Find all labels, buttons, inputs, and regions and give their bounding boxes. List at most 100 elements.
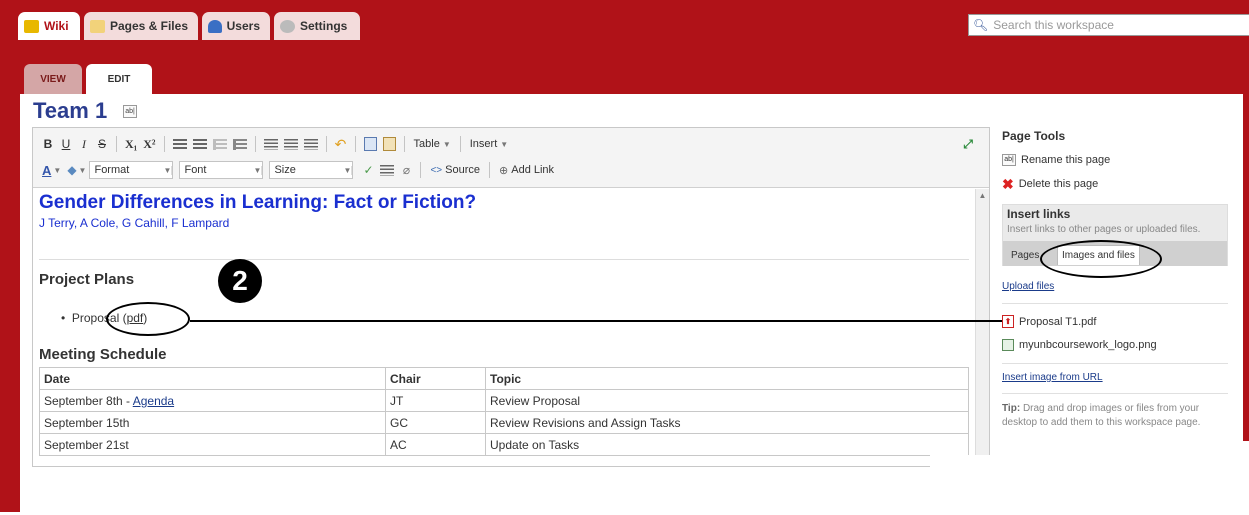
tab-users-label: Users [226,19,260,33]
rename-icon[interactable]: ab| [123,105,137,118]
table-cell-topic: Review Proposal [485,389,969,412]
delete-icon: ✖ [1002,176,1014,192]
spellcheck-button[interactable]: ✓ [359,160,377,180]
rename-page-label: Rename this page [1021,154,1111,166]
background-color-button[interactable]: ◆ ▼ [64,160,89,180]
font-select-label: Font [184,164,207,176]
scroll-up-icon[interactable]: ▲ [976,189,989,203]
mode-tab-strip [20,56,1249,94]
document-authors: J Terry, A Cole, G Cahill, F Lampard [39,216,230,230]
insert-links-title: Insert links [1007,207,1071,221]
bulleted-list-button[interactable] [170,134,190,154]
editor-toolbar: B U I S X₁ X² ↶ Table ▼ Insert ▼ A ▼ ◆ ▼… [33,128,989,188]
text-color-button[interactable]: A ▼ [39,160,64,180]
align-left-icon [263,138,278,150]
table-cell-date: September 21st [39,433,386,456]
italic-button[interactable]: I [75,134,93,154]
file-name: Proposal T1.pdf [1019,315,1097,328]
editor-scrollbar[interactable]: ▲ [975,189,989,466]
format-select[interactable]: Format ▼ [89,161,174,179]
toolbar-separator [420,162,422,178]
frame-left [0,56,20,512]
divider [1002,393,1228,394]
align-center-button[interactable] [281,134,301,154]
tab-wiki[interactable]: Wiki [18,12,80,40]
search-box: 🔍︎ [968,14,1249,36]
chevron-down-icon: ▼ [442,139,451,149]
source-button[interactable]: <> Source [426,164,484,176]
tab-view[interactable]: VIEW [24,64,82,94]
file-item-logo[interactable]: myunbcoursework_logo.png [1002,339,1157,351]
table-cell-topic: Update on Tasks [485,433,969,456]
divider [1002,303,1228,304]
upload-files-link[interactable]: Upload files [1002,281,1054,292]
insert-menu[interactable]: Insert ▼ [466,138,512,150]
copy-icon [363,137,377,151]
link-icon: ⊕ [499,164,509,177]
rich-text-editor: B U I S X₁ X² ↶ Table ▼ Insert ▼ A ▼ ◆ ▼… [32,127,990,467]
size-select[interactable]: Size ▼ [269,161,354,179]
subscript-button[interactable]: X₁ [122,134,140,154]
align-left-button[interactable] [261,134,281,154]
divider [39,259,969,260]
delete-page-label: Delete this page [1018,178,1099,190]
tip-text: Tip: Drag and drop images or files from … [1002,402,1228,430]
tab-settings[interactable]: Settings [274,12,360,40]
paste-button[interactable] [380,134,399,154]
clear-format-button[interactable]: ⌀ [397,160,415,180]
annotation-circle-pdf [106,302,190,336]
indent-button[interactable] [230,134,250,154]
tab-pages[interactable]: Pages [1007,245,1043,265]
tab-pages-files-label: Pages & Files [109,19,188,33]
divider [1002,363,1228,364]
magnifier-icon: 🔍︎ [973,18,989,32]
table-row: September 15th GC Review Revisions and A… [39,411,969,434]
file-name: myunbcoursework_logo.png [1019,339,1157,351]
align-right-icon [303,138,318,150]
document-title: Gender Differences in Learning: Fact or … [39,192,477,213]
horizontal-rule-button[interactable] [377,160,397,180]
column-header-topic: Topic [485,367,969,390]
table-cell-chair: AC [385,433,486,456]
add-link-button[interactable]: ⊕ Add Link [495,164,558,177]
strikethrough-button[interactable]: S [93,134,111,154]
size-select-label: Size [274,164,296,176]
underline-button[interactable]: U [57,134,75,154]
toolbar-separator [459,136,461,152]
copy-button[interactable] [361,134,380,154]
bold-button[interactable]: B [39,134,57,154]
numbered-list-button[interactable] [190,134,210,154]
date-text: September 8th - [44,393,133,408]
search-input[interactable] [991,17,1242,33]
chevron-down-icon: ▼ [253,165,263,175]
agenda-link[interactable]: Agenda [133,394,174,408]
file-item-proposal[interactable]: ⬆ Proposal T1.pdf [1002,315,1096,328]
column-header-chair: Chair [385,367,486,390]
chevron-down-icon: ▼ [163,165,173,175]
align-right-button[interactable] [301,134,321,154]
white-patch [930,455,1249,515]
table-cell-topic: Review Revisions and Assign Tasks [485,411,969,434]
rename-page-link[interactable]: ab| Rename this page [1002,154,1110,166]
annotation-circle-images-tab [1040,240,1162,278]
outdent-button[interactable] [210,134,230,154]
superscript-button[interactable]: X² [140,134,158,154]
table-menu[interactable]: Table ▼ [410,138,455,150]
column-header-date: Date [39,367,386,390]
horizontal-rule-icon [380,164,395,176]
font-select[interactable]: Font ▼ [179,161,264,179]
source-label: Source [445,164,481,176]
insert-image-url-link[interactable]: Insert image from URL [1002,372,1103,383]
pdf-icon: ⬆ [1002,315,1014,328]
tab-edit[interactable]: EDIT [86,64,152,94]
undo-button[interactable]: ↶ [332,134,350,154]
maximize-icon[interactable]: ⤢ [961,137,975,151]
tab-pages-files[interactable]: Pages & Files [84,12,198,40]
delete-page-link[interactable]: ✖ Delete this page [1002,176,1099,192]
gear-icon [280,19,295,33]
tab-users[interactable]: Users [202,12,270,40]
insert-links-description: Insert links to other pages or uploaded … [1007,224,1201,235]
tab-wiki-label: Wiki [44,19,69,33]
frame-right [1243,56,1249,441]
page-tools-title: Page Tools [1002,129,1066,143]
